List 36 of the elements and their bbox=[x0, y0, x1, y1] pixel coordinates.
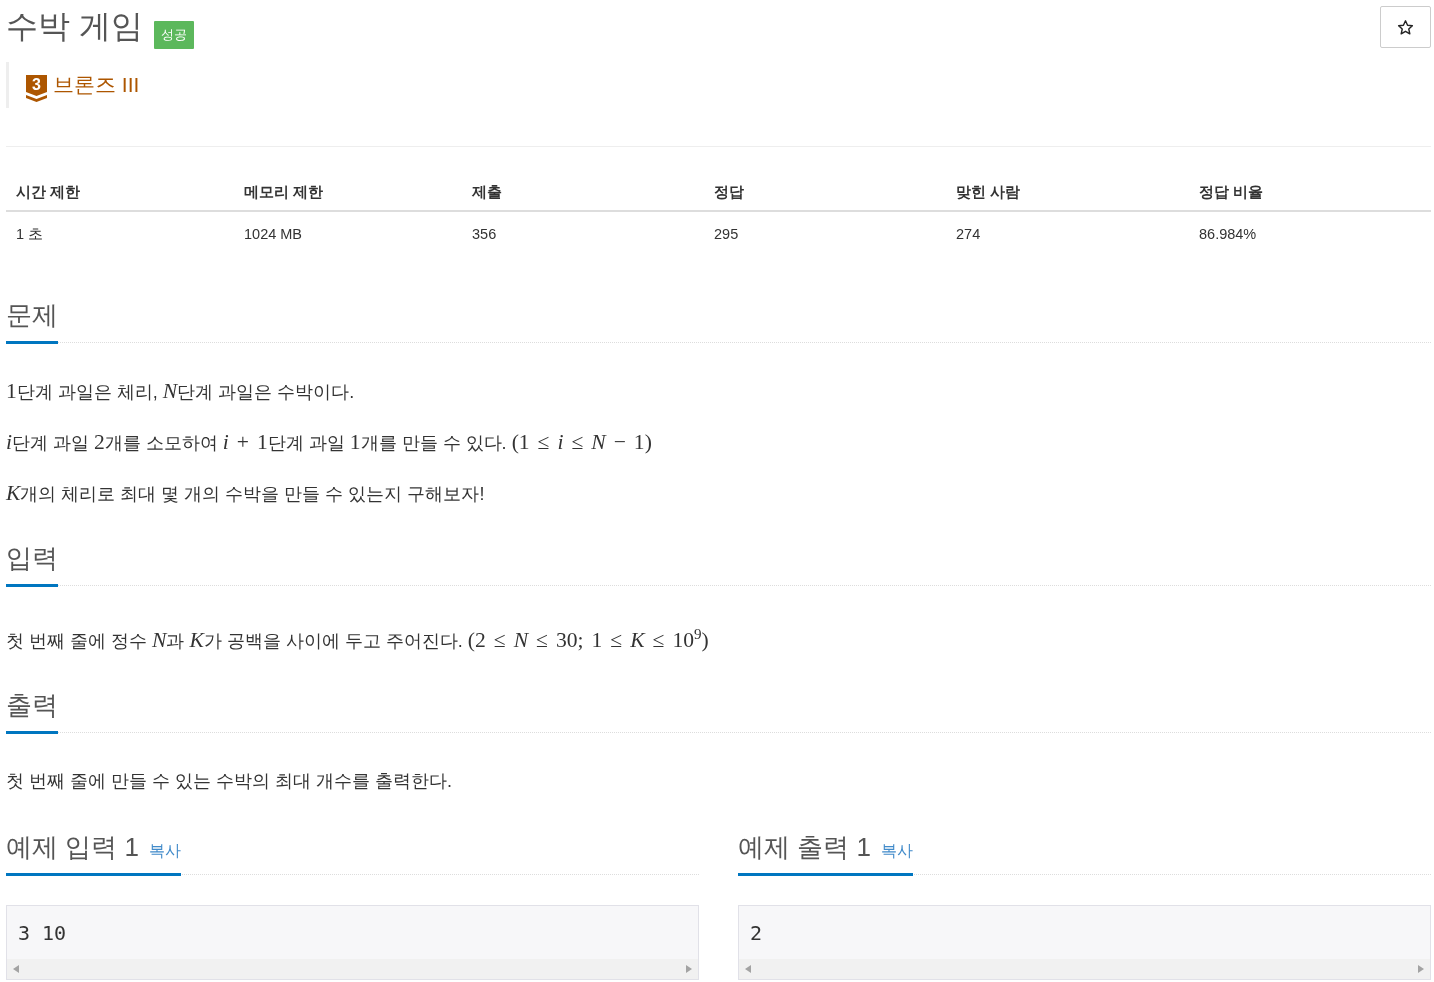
section-heading: 문제 bbox=[6, 299, 58, 332]
tier-link[interactable]: 브론즈 III bbox=[53, 71, 140, 99]
scroll-left-icon[interactable] bbox=[745, 965, 751, 974]
section-heading: 출력 bbox=[6, 689, 58, 723]
problem-title: 수박 게임 bbox=[6, 7, 143, 46]
table-cell-text: 295 bbox=[713, 225, 740, 244]
horizontal-scrollbar[interactable] bbox=[7, 959, 698, 980]
scroll-right-icon[interactable] bbox=[1418, 965, 1424, 974]
table-cell-text: 86.984% bbox=[1198, 225, 1258, 244]
table-cell-text: 356 bbox=[471, 225, 498, 244]
scroll-right-icon[interactable] bbox=[686, 965, 692, 974]
horizontal-scrollbar[interactable] bbox=[739, 959, 1430, 980]
star-button[interactable] bbox=[1380, 6, 1431, 48]
section-paragraph: 1단계 과일은 체리, N단계 과일은 수박이다. bbox=[6, 378, 356, 405]
table-cell-text: 274 bbox=[955, 225, 982, 244]
column-header: 시간 제한 bbox=[6, 174, 234, 212]
section-heading: 예제 입력 1 bbox=[6, 831, 139, 865]
scroll-left-icon[interactable] bbox=[13, 965, 19, 974]
column-header: 메모리 제한 bbox=[234, 174, 462, 212]
section-paragraph: 첫 번째 줄에 정수 N과 K가 공백을 사이에 두고 주어진다. (2 ≤ N ≤ 30; 1 ≤ K ≤ 10$^{9}$) bbox=[6, 625, 710, 655]
section-heading: 예제 출력 1 bbox=[738, 831, 871, 865]
table-cell-text: 1024 MB bbox=[243, 225, 304, 244]
column-header: 맞힌 사람 bbox=[946, 174, 1189, 212]
column-header: 정답 비율 bbox=[1189, 174, 1431, 212]
column-header: 정답 bbox=[704, 174, 946, 212]
sample-code: 3 10 bbox=[17, 920, 68, 946]
copy-link[interactable]: 복사 bbox=[880, 841, 913, 863]
section-paragraph: 첫 번째 줄에 만들 수 있는 수박의 최대 개수를 출력한다. bbox=[6, 770, 453, 794]
copy-link[interactable]: 복사 bbox=[148, 841, 181, 863]
status-badge: 성공 bbox=[153, 21, 194, 49]
sample-code: 2 bbox=[749, 920, 764, 946]
table-cell-text: 1 초 bbox=[15, 225, 45, 244]
section-paragraph: i단계 과일 2개를 소모하여 i + 1단계 과일 1개를 만들 수 있다. (1 ≤ i ≤ N − 1) bbox=[6, 429, 653, 456]
section-paragraph: K개의 체리로 최대 몇 개의 수박을 만들 수 있는지 구해보자! bbox=[6, 480, 486, 507]
section-heading: 입력 bbox=[6, 542, 58, 575]
column-header: 제출 bbox=[462, 174, 704, 212]
